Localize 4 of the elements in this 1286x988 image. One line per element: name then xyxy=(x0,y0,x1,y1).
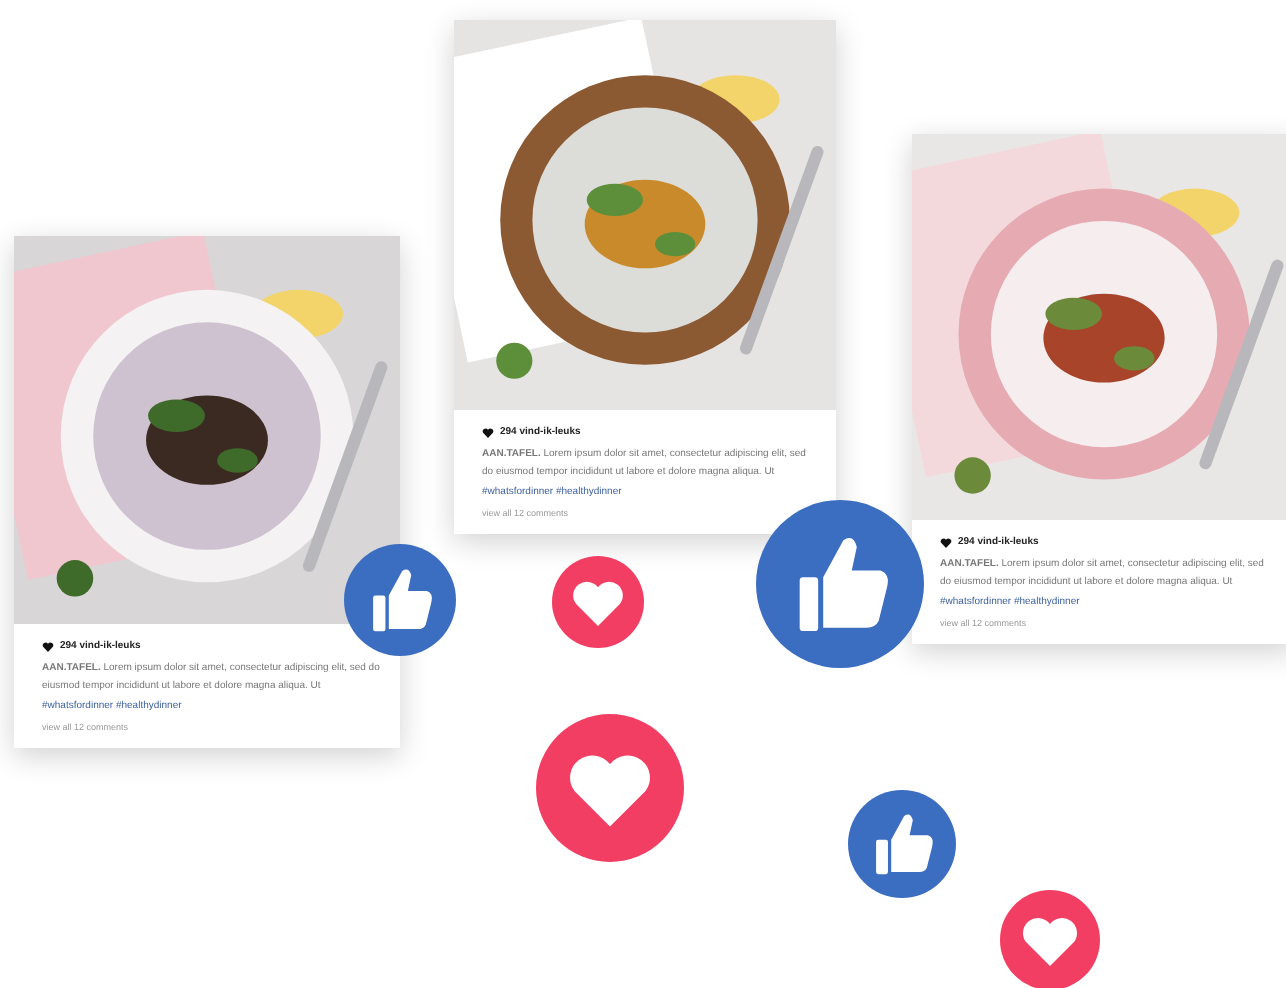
heart-icon xyxy=(42,641,54,651)
heart-icon xyxy=(940,537,952,547)
thumbs-up-icon xyxy=(848,790,956,898)
heart-icon xyxy=(482,427,494,437)
